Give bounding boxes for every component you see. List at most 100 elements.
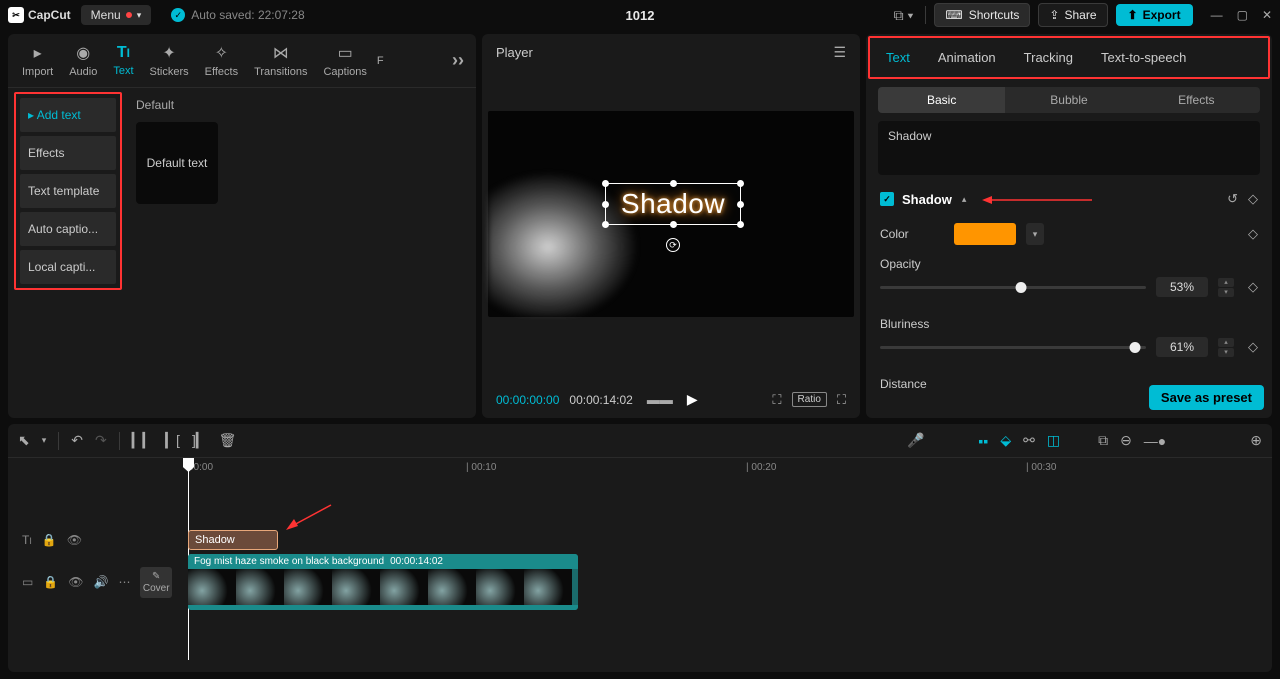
- bluriness-stepper[interactable]: ▴▾: [1218, 338, 1234, 357]
- redo-icon[interactable]: ↷: [95, 432, 107, 449]
- save-preset-button[interactable]: Save as preset: [1149, 385, 1264, 410]
- resize-handle[interactable]: [602, 221, 609, 228]
- text-clip[interactable]: Shadow: [188, 530, 278, 550]
- nav-transitions[interactable]: ⋈Transitions: [246, 39, 315, 82]
- color-swatch[interactable]: [954, 223, 1016, 245]
- keyframe-diamond-icon[interactable]: ◇: [1248, 339, 1258, 355]
- slider-thumb[interactable]: [1015, 282, 1026, 293]
- reset-icon[interactable]: ↺: [1227, 191, 1238, 207]
- slider-thumb[interactable]: [1130, 342, 1141, 353]
- magnet-icon[interactable]: ⬙: [1000, 432, 1011, 449]
- eye-icon[interactable]: 👁: [68, 575, 83, 589]
- section-actions: ↺ ◇: [1227, 191, 1258, 207]
- bluriness-value[interactable]: 61%: [1156, 337, 1208, 357]
- rotate-handle[interactable]: ⟳: [666, 238, 680, 252]
- sidebar-effects[interactable]: Effects: [20, 136, 116, 170]
- snap-icon[interactable]: ▪▪: [978, 433, 988, 449]
- dropdown-icon[interactable]: ▾: [42, 435, 47, 446]
- keyframe-diamond-icon[interactable]: ◇: [1248, 279, 1258, 295]
- compare-icon[interactable]: ▬▬: [647, 392, 673, 407]
- undo-icon[interactable]: ↶: [71, 432, 83, 449]
- opacity-slider[interactable]: [880, 286, 1146, 289]
- subtab-bubble[interactable]: Bubble: [1005, 87, 1132, 113]
- export-button[interactable]: ⬆ Export: [1116, 4, 1193, 26]
- nav-effects[interactable]: ✧Effects: [197, 39, 246, 82]
- shadow-section: ✓ Shadow ▴ ↺ ◇ Color ▾ ◇ Opacity: [866, 185, 1272, 403]
- audio-icon: ◉: [76, 43, 90, 63]
- tab-animation[interactable]: Animation: [938, 50, 996, 65]
- delete-icon[interactable]: 🗑: [219, 432, 237, 449]
- focus-icon[interactable]: ⛶: [772, 392, 781, 408]
- preview-axis-icon[interactable]: ◫: [1047, 432, 1060, 449]
- link-icon[interactable]: ⚯: [1023, 432, 1035, 449]
- nav-more-icon[interactable]: ››: [452, 50, 470, 71]
- default-text-preset[interactable]: Default text: [136, 122, 218, 204]
- nav-audio[interactable]: ◉Audio: [61, 39, 105, 82]
- mute-icon[interactable]: 🔊: [94, 575, 109, 589]
- annotation-arrow: [286, 502, 336, 535]
- video-clip[interactable]: Fog mist haze smoke on black background …: [188, 554, 578, 610]
- pointer-tool-icon[interactable]: ⬉: [18, 432, 30, 449]
- zoom-stage-icon[interactable]: ⧉: [1098, 432, 1108, 449]
- opacity-value[interactable]: 53%: [1156, 277, 1208, 297]
- resize-handle[interactable]: [670, 221, 677, 228]
- tracks-area[interactable]: Shadow Fog mist haze smoke on black back…: [178, 480, 1272, 660]
- tab-tracking[interactable]: Tracking: [1024, 50, 1073, 65]
- hamburger-icon[interactable]: ☰: [833, 44, 846, 61]
- cover-button[interactable]: ✎ Cover: [140, 567, 172, 598]
- keyframe-diamond-icon[interactable]: ◇: [1248, 226, 1258, 242]
- tab-text[interactable]: Text: [886, 50, 910, 65]
- share-button[interactable]: ⇪ Share: [1038, 3, 1107, 27]
- logo-text: CapCut: [28, 8, 71, 22]
- text-selection-box[interactable]: Shadow ⟳: [605, 183, 741, 225]
- timeline-ruler[interactable]: 00:00 | 00:10 | 00:20 | 00:30: [178, 458, 1272, 480]
- player-preview[interactable]: Shadow ⟳: [488, 111, 854, 317]
- subtab-effects[interactable]: Effects: [1133, 87, 1260, 113]
- sidebar-auto-captions[interactable]: Auto captio...: [20, 212, 116, 246]
- shortcuts-button[interactable]: ⌨ Shortcuts: [934, 3, 1030, 27]
- nav-captions[interactable]: ▭Captions: [315, 39, 374, 82]
- current-time: 00:00:00:00: [496, 393, 559, 407]
- zoom-out-icon[interactable]: ⊖: [1120, 432, 1132, 449]
- resize-handle[interactable]: [737, 180, 744, 187]
- resize-handle[interactable]: [737, 201, 744, 208]
- mic-icon[interactable]: 🎤: [907, 432, 924, 449]
- layout-icon[interactable]: ⧉ ▾: [890, 5, 918, 26]
- sidebar-local-captions[interactable]: Local capti...: [20, 250, 116, 284]
- zoom-slider-icon[interactable]: —●: [1144, 433, 1166, 449]
- tab-tts[interactable]: Text-to-speech: [1101, 50, 1186, 65]
- maximize-icon[interactable]: ▢: [1237, 8, 1248, 22]
- collapse-caret-icon[interactable]: ▴: [962, 194, 967, 205]
- keyframe-diamond-icon[interactable]: ◇: [1248, 191, 1258, 207]
- more-icon[interactable]: ⋯: [118, 575, 130, 589]
- lock-icon[interactable]: 🔒: [42, 533, 57, 547]
- minimize-icon[interactable]: —: [1211, 8, 1223, 22]
- close-icon[interactable]: ✕: [1262, 8, 1272, 22]
- text-content-input[interactable]: Shadow: [878, 121, 1260, 175]
- sidebar-text-template[interactable]: Text template: [20, 174, 116, 208]
- resize-handle[interactable]: [602, 201, 609, 208]
- sidebar-add-text[interactable]: Add text: [20, 98, 116, 132]
- nav-text[interactable]: TIText: [105, 40, 141, 81]
- eye-icon[interactable]: 👁: [67, 533, 82, 547]
- trim-left-icon[interactable]: ▎[: [165, 432, 180, 449]
- fullscreen-icon[interactable]: ⛶: [837, 392, 846, 408]
- ratio-button[interactable]: Ratio: [792, 392, 827, 407]
- split-icon[interactable]: ▎▎: [132, 432, 154, 449]
- resize-handle[interactable]: [737, 221, 744, 228]
- nav-import[interactable]: ▸Import: [14, 39, 61, 82]
- trim-right-icon[interactable]: ]▎: [192, 432, 207, 449]
- play-icon[interactable]: ▶: [687, 391, 698, 408]
- opacity-stepper[interactable]: ▴▾: [1218, 278, 1234, 297]
- nav-filters[interactable]: F: [375, 51, 386, 71]
- bluriness-slider[interactable]: [880, 346, 1146, 349]
- nav-stickers[interactable]: ✦Stickers: [142, 39, 197, 82]
- color-dropdown[interactable]: ▾: [1026, 223, 1044, 245]
- shadow-checkbox[interactable]: ✓: [880, 192, 894, 206]
- resize-handle[interactable]: [670, 180, 677, 187]
- resize-handle[interactable]: [602, 180, 609, 187]
- zoom-in-icon[interactable]: ⊕: [1250, 432, 1262, 449]
- menu-button[interactable]: Menu ▾: [81, 5, 152, 25]
- lock-icon[interactable]: 🔒: [43, 575, 58, 589]
- subtab-basic[interactable]: Basic: [878, 87, 1005, 113]
